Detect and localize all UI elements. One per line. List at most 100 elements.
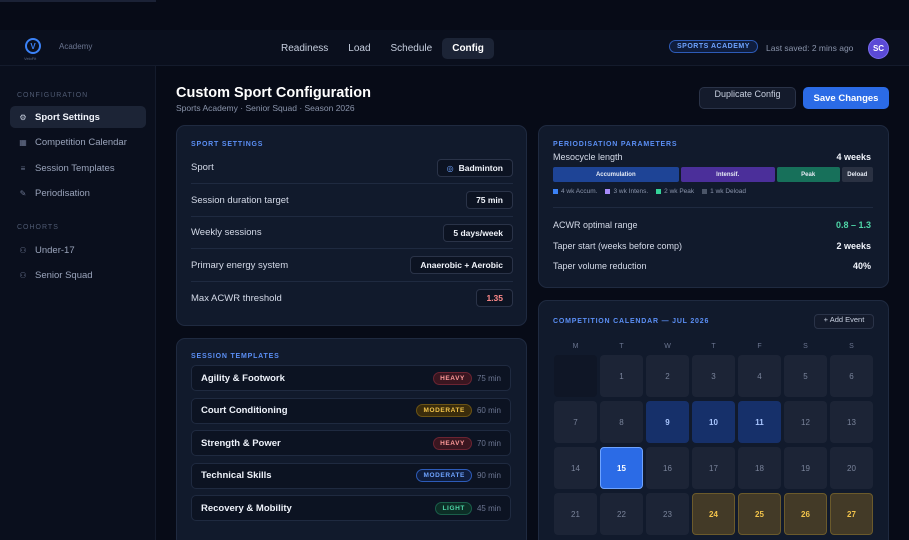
template-duration: 75 min: [476, 373, 501, 383]
template-name: Court Conditioning: [201, 405, 288, 416]
calendar-day[interactable]: 1: [600, 355, 643, 397]
calendar-day[interactable]: 12: [784, 401, 827, 443]
template-name: Strength & Power: [201, 437, 281, 449]
tab-config[interactable]: Config: [442, 38, 494, 59]
setting-value-weekly-sessions[interactable]: 5 days/week: [443, 223, 513, 242]
top-nav: V VeloFit Academy Readiness Load Schedule C…: [0, 30, 909, 66]
calendar-day[interactable]: 7: [554, 401, 597, 443]
sport-settings-panel: SPORT SETTINGS Sport ◎ Badminton Session du…: [176, 125, 527, 326]
setting-value-text: 5 days/week: [453, 227, 503, 238]
sidebar-item-competition-calendar[interactable]: ▦ Competition Calendar: [10, 132, 146, 154]
nav-tabs: Readiness Load Schedule Config: [271, 38, 494, 59]
calendar-icon: ▦: [19, 138, 27, 147]
weekday-header: S: [849, 343, 854, 350]
calendar-day[interactable]: 13: [830, 401, 873, 443]
setting-row-max-acwr-threshold: Max ACWR threshold 1.35: [191, 282, 513, 314]
calendar-day[interactable]: 27: [830, 493, 873, 535]
setting-value-primary-energy-system[interactable]: Anaerobic + Aerobic: [410, 256, 513, 274]
calendar-day[interactable]: 10: [692, 401, 735, 443]
intensity-badge: LIGHT: [435, 501, 472, 515]
template-duration: 90 min: [476, 471, 501, 480]
calendar-day[interactable]: 9: [646, 401, 689, 443]
page-title: Custom Sport Configuration: [176, 85, 371, 101]
calendar-day[interactable]: 21: [554, 493, 597, 535]
user-icon: ⚇: [19, 270, 27, 280]
save-changes-button[interactable]: Save Changes: [803, 87, 889, 109]
periodisation-divider: [553, 207, 873, 208]
calendar-day[interactable]: 20: [830, 447, 873, 489]
calendar-day[interactable]: 8: [600, 401, 643, 443]
calendar-day[interactable]: 3: [692, 355, 735, 397]
calendar-day[interactable]: 23: [646, 493, 689, 535]
weekday-header: M: [572, 343, 579, 350]
duplicate-config-button[interactable]: Duplicate Config: [699, 87, 796, 109]
calendar-day[interactable]: 24: [692, 493, 735, 535]
tab-load[interactable]: Load: [338, 38, 380, 59]
avatar[interactable]: SC: [868, 38, 889, 59]
legend-swatch: [702, 188, 708, 194]
logo-icon[interactable]: V: [25, 38, 41, 54]
sidebar-item-under-17[interactable]: ⚇ Under-17: [10, 239, 146, 261]
calendar-day[interactable]: 14: [554, 447, 597, 489]
calendar-day[interactable]: 22: [600, 493, 643, 535]
setting-label: Primary energy system: [191, 259, 289, 271]
legend-swatch: [656, 188, 662, 194]
calendar-day[interactable]: 25: [738, 493, 781, 535]
template-row-agility-footwork[interactable]: Agility & Footwork HEAVY 75 min: [191, 365, 511, 391]
template-row-recovery-mobility[interactable]: Recovery & Mobility LIGHT 45 min: [191, 495, 511, 521]
calendar-day[interactable]: 15: [600, 447, 643, 489]
periodisation-title: PERIODISATION PARAMETERS: [553, 141, 678, 148]
sidebar-item-senior-squad[interactable]: ⚇ Senior Squad: [10, 264, 146, 286]
tab-schedule[interactable]: Schedule: [381, 38, 443, 59]
calendar-day[interactable]: 16: [646, 447, 689, 489]
setting-value-sport[interactable]: ◎ Badminton: [436, 158, 513, 177]
calendar-day[interactable]: 11: [738, 401, 781, 443]
calendar-day[interactable]: 18: [738, 447, 781, 489]
legend-item: 1 wk Deload: [702, 188, 746, 195]
top-edge-line: [0, 0, 156, 2]
intensity-badge: MODERATE: [416, 469, 472, 482]
phase-segment-peak[interactable]: Peak: [776, 167, 840, 182]
settings-icon: ⚙: [19, 112, 27, 122]
weekday-header: F: [757, 343, 762, 350]
mesocycle-value[interactable]: 4 weeks: [771, 152, 871, 162]
setting-row-sport: Sport ◎ Badminton: [191, 152, 513, 184]
phase-segment-deload[interactable]: Deload: [841, 167, 873, 182]
calendar-day[interactable]: 17: [692, 447, 735, 489]
phase-legend: 4 wk Accum. 3 wk Intens. 2 wk Peak 1 wk Del…: [553, 188, 746, 195]
template-duration: 60 min: [476, 406, 501, 415]
param-value-acwr-optimal-range[interactable]: 0.8 – 1.3: [771, 220, 871, 230]
sport-icon: ◎: [446, 163, 454, 173]
sidebar-item-periodisation[interactable]: ✎ Periodisation: [10, 183, 146, 205]
list-icon: ≡: [20, 163, 26, 173]
add-event-button[interactable]: + Add Event: [814, 314, 874, 329]
sport-settings-title: SPORT SETTINGS: [191, 141, 264, 148]
calendar-day[interactable]: 5: [784, 355, 827, 397]
setting-value-max-acwr-threshold[interactable]: 1.35: [476, 289, 513, 307]
mesocycle-phase-bar: Accumulation Intensif. Peak Deload: [553, 167, 873, 182]
setting-value-session-duration-target[interactable]: 75 min: [466, 191, 513, 209]
param-value-taper-volume-reduction[interactable]: 40%: [771, 261, 871, 271]
legend-item: 4 wk Accum.: [553, 188, 597, 195]
template-row-strength-power[interactable]: Strength & Power HEAVY 70 min: [191, 430, 511, 456]
calendar-day[interactable]: 19: [784, 447, 827, 489]
calendar-day[interactable]: 26: [784, 493, 827, 535]
setting-label: Max ACWR threshold: [191, 292, 282, 304]
sidebar-item-label: Sport Settings: [35, 111, 100, 123]
calendar-day[interactable]: 2: [646, 355, 689, 397]
template-name: Agility & Footwork: [201, 372, 285, 384]
template-row-technical-skills[interactable]: Technical Skills MODERATE 90 min: [191, 462, 511, 489]
academy-badge: SPORTS ACADEMY: [669, 40, 758, 53]
session-templates-title: SESSION TEMPLATES: [191, 353, 280, 360]
calendar-day[interactable]: 6: [830, 355, 873, 397]
calendar-day[interactable]: 4: [738, 355, 781, 397]
param-label-taper-start-weeks-before-comp: Taper start (weeks before comp): [553, 240, 683, 251]
phase-segment-intensif[interactable]: Intensif.: [680, 167, 775, 182]
sidebar-item-session-templates[interactable]: ≡ Session Templates: [10, 157, 146, 179]
sidebar-item-sport-settings[interactable]: ⚙ Sport Settings: [10, 106, 146, 128]
tab-readiness[interactable]: Readiness: [271, 38, 338, 59]
phase-segment-accumulation[interactable]: Accumulation: [553, 167, 679, 182]
sidebar-heading-configuration: CONFIGURATION: [17, 92, 89, 99]
template-row-court-conditioning[interactable]: Court Conditioning MODERATE 60 min: [191, 397, 511, 424]
param-value-taper-start-weeks-before-comp[interactable]: 2 weeks: [771, 241, 871, 251]
